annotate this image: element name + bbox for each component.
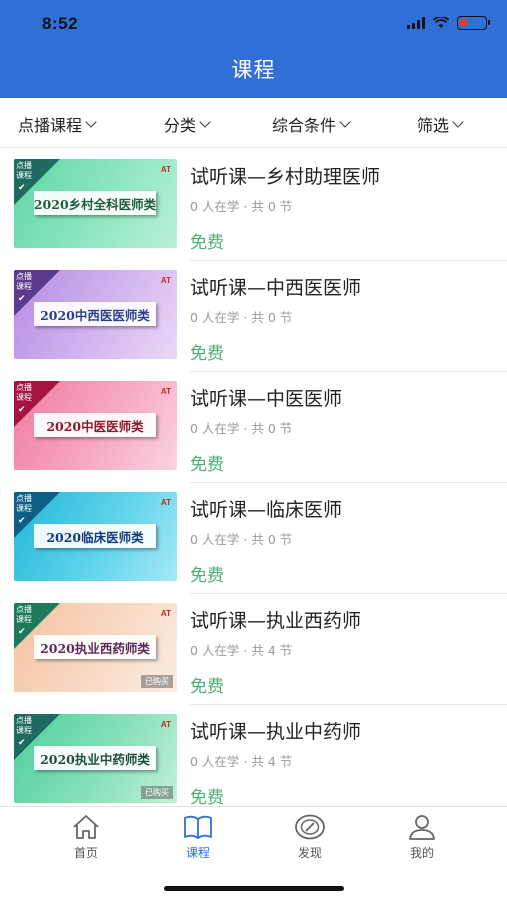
course-meta: 0 人在学 · 共 4 节 bbox=[190, 754, 293, 769]
course-tag: 点播课程 bbox=[16, 494, 32, 513]
course-thumbnail: 点播课程 ✔ AT 2020执业西药师类 已购买 bbox=[14, 603, 177, 692]
tab-home[interactable]: 首页 bbox=[46, 813, 126, 861]
filter-category[interactable]: 分类 bbox=[164, 112, 211, 136]
course-price: 免费 bbox=[190, 566, 224, 586]
course-list: 点播课程 ✔ AT 2020乡村全科医师类 试听课—乡村助理医师 0 人在学 ·… bbox=[0, 150, 507, 806]
tab-profile[interactable]: 我的 bbox=[382, 813, 462, 861]
filter-course-type[interactable]: 点播课程 bbox=[18, 112, 97, 136]
course-item[interactable]: 点播课程 ✔ AT 2020乡村全科医师类 试听课—乡村助理医师 0 人在学 ·… bbox=[0, 150, 507, 261]
purchased-badge: 已购买 bbox=[141, 786, 173, 799]
status-time: 8:52 bbox=[42, 14, 79, 33]
check-icon: ✔ bbox=[18, 294, 26, 304]
status-bar: 8:52 bbox=[0, 0, 507, 46]
course-tag: 点播课程 bbox=[16, 383, 32, 402]
thumbnail-banner: 2020中医医师类 bbox=[34, 413, 156, 437]
tab-courses[interactable]: 课程 bbox=[158, 813, 238, 861]
compass-icon bbox=[295, 814, 325, 840]
battery-icon bbox=[457, 16, 490, 30]
brand-logo: AT bbox=[160, 609, 171, 618]
course-price: 免费 bbox=[190, 677, 224, 697]
course-tag: 点播课程 bbox=[16, 716, 32, 735]
check-icon: ✔ bbox=[18, 183, 26, 193]
book-icon bbox=[184, 815, 212, 839]
course-title: 试听课—临床医师 bbox=[190, 499, 343, 521]
tab-label: 课程 bbox=[185, 846, 210, 860]
course-item[interactable]: 点播课程 ✔ AT 2020中医医师类 试听课—中医医师 0 人在学 · 共 0… bbox=[0, 372, 507, 483]
tab-label: 我的 bbox=[409, 846, 434, 860]
course-meta: 0 人在学 · 共 0 节 bbox=[190, 199, 293, 214]
thumbnail-banner: 2020乡村全科医师类 bbox=[34, 191, 156, 215]
course-item[interactable]: 点播课程 ✔ AT 2020执业西药师类 已购买 试听课—执业西药师 0 人在学… bbox=[0, 594, 507, 705]
thumbnail-banner: 2020执业西药师类 bbox=[34, 635, 156, 659]
filter-bar: 点播课程 分类 综合条件 筛选 bbox=[0, 98, 507, 148]
course-item[interactable]: 点播课程 ✔ AT 2020中西医医师类 试听课—中西医医师 0 人在学 · 共… bbox=[0, 261, 507, 372]
chevron-down-icon bbox=[199, 115, 211, 128]
brand-logo: AT bbox=[160, 165, 171, 174]
filter-sort[interactable]: 综合条件 bbox=[272, 112, 351, 136]
course-tag: 点播课程 bbox=[16, 272, 32, 291]
wifi-icon bbox=[433, 17, 449, 28]
app-header: 8:52 课程 bbox=[0, 0, 507, 98]
purchased-badge: 已购买 bbox=[141, 675, 173, 688]
course-thumbnail: 点播课程 ✔ AT 2020临床医师类 bbox=[14, 492, 177, 581]
brand-logo: AT bbox=[160, 498, 171, 507]
course-thumbnail: 点播课程 ✔ AT 2020中西医医师类 bbox=[14, 270, 177, 359]
user-icon bbox=[409, 815, 435, 840]
course-meta: 0 人在学 · 共 0 节 bbox=[190, 310, 293, 325]
tab-discover[interactable]: 发现 bbox=[270, 813, 350, 861]
course-title: 试听课—中医医师 bbox=[190, 388, 343, 410]
course-meta: 0 人在学 · 共 0 节 bbox=[190, 421, 293, 436]
course-meta: 0 人在学 · 共 0 节 bbox=[190, 532, 293, 547]
course-price: 免费 bbox=[190, 344, 224, 364]
course-item[interactable]: 点播课程 ✔ AT 2020执业中药师类 已购买 试听课—执业中药师 0 人在学… bbox=[0, 705, 507, 806]
course-thumbnail: 点播课程 ✔ AT 2020执业中药师类 已购买 bbox=[14, 714, 177, 803]
course-price: 免费 bbox=[190, 233, 224, 253]
course-title: 试听课—中西医医师 bbox=[190, 277, 362, 299]
brand-logo: AT bbox=[160, 276, 171, 285]
status-icons bbox=[407, 16, 490, 30]
course-thumbnail: 点播课程 ✔ AT 2020中医医师类 bbox=[14, 381, 177, 470]
chevron-down-icon bbox=[339, 115, 351, 128]
tab-label: 发现 bbox=[297, 846, 322, 860]
thumbnail-banner: 2020中西医医师类 bbox=[34, 302, 156, 326]
course-price: 免费 bbox=[190, 788, 224, 806]
filter-label: 点播课程 bbox=[18, 116, 83, 135]
course-title: 试听课—执业西药师 bbox=[190, 610, 362, 632]
home-icon bbox=[73, 815, 99, 839]
brand-logo: AT bbox=[160, 387, 171, 396]
course-tag: 点播课程 bbox=[16, 161, 32, 180]
course-meta: 0 人在学 · 共 4 节 bbox=[190, 643, 293, 658]
check-icon: ✔ bbox=[18, 627, 26, 637]
check-icon: ✔ bbox=[18, 738, 26, 748]
check-icon: ✔ bbox=[18, 516, 26, 526]
filter-label: 综合条件 bbox=[272, 116, 337, 135]
brand-logo: AT bbox=[160, 720, 171, 729]
course-tag: 点播课程 bbox=[16, 605, 32, 624]
filter-label: 筛选 bbox=[417, 116, 450, 135]
signal-icon bbox=[407, 17, 425, 29]
course-title: 试听课—乡村助理医师 bbox=[190, 166, 381, 188]
home-indicator[interactable] bbox=[164, 886, 344, 891]
thumbnail-banner: 2020临床医师类 bbox=[34, 524, 156, 548]
chevron-down-icon bbox=[452, 115, 464, 128]
filter-label: 分类 bbox=[164, 116, 197, 135]
check-icon: ✔ bbox=[18, 405, 26, 415]
filter-screen[interactable]: 筛选 bbox=[417, 112, 464, 136]
chevron-down-icon bbox=[85, 115, 97, 128]
course-thumbnail: 点播课程 ✔ AT 2020乡村全科医师类 bbox=[14, 159, 177, 248]
tab-label: 首页 bbox=[73, 846, 98, 860]
thumbnail-banner: 2020执业中药师类 bbox=[34, 746, 156, 770]
course-price: 免费 bbox=[190, 455, 224, 475]
course-item[interactable]: 点播课程 ✔ AT 2020临床医师类 试听课—临床医师 0 人在学 · 共 0… bbox=[0, 483, 507, 594]
page-title: 课程 bbox=[231, 58, 276, 82]
course-title: 试听课—执业中药师 bbox=[190, 721, 362, 743]
